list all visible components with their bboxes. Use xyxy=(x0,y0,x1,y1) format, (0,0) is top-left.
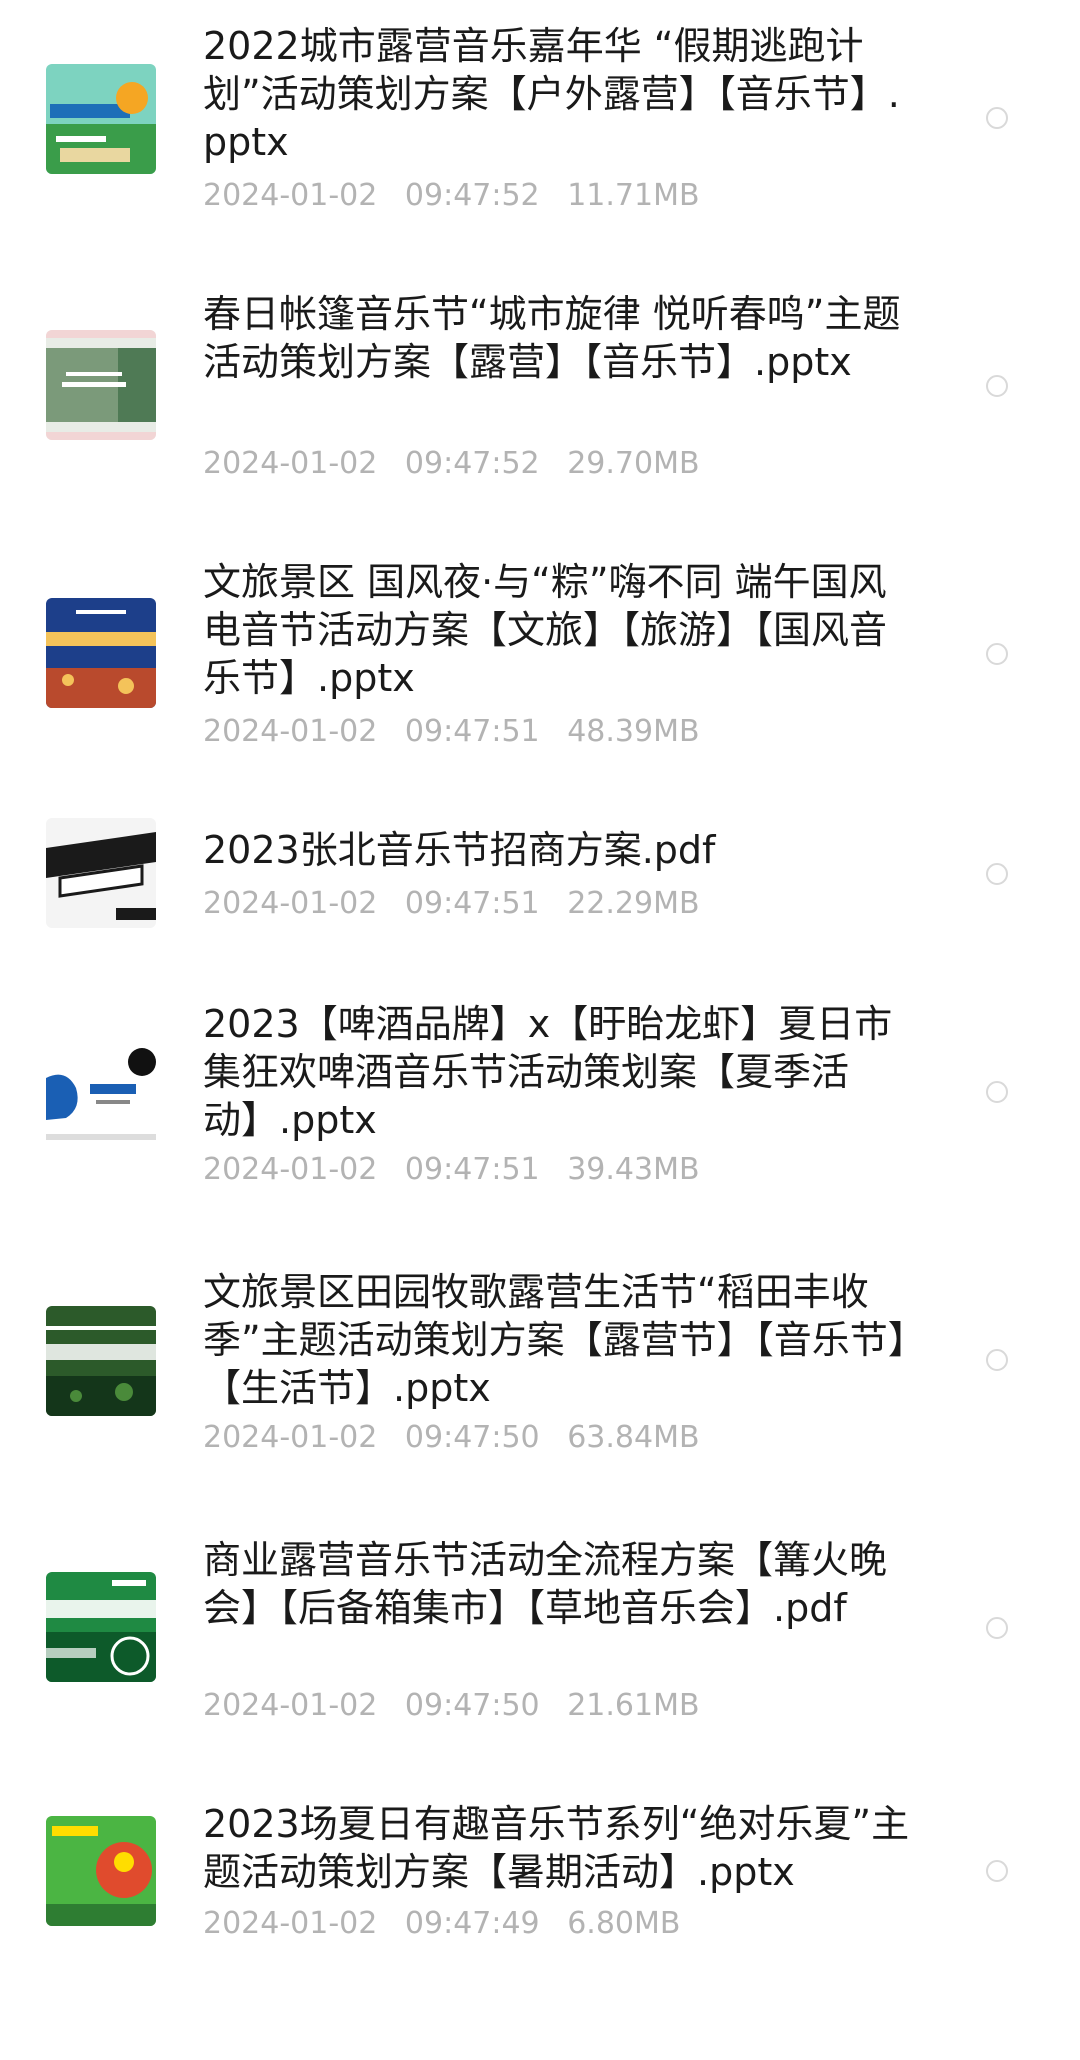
file-item[interactable]: 文旅景区 国风夜·与“粽”嗨不同 端午国风电音节活动方案【文旅】【旅游】【国风音… xyxy=(0,536,1080,796)
select-radio[interactable] xyxy=(986,1617,1008,1639)
file-date: 2024-01-02 xyxy=(203,1420,378,1455)
file-meta: 2024-01-02 09:47:51 48.39MB xyxy=(203,714,718,750)
file-size: 29.70MB xyxy=(567,446,700,481)
file-item[interactable]: 2022城市露营音乐嘉年华 “假期逃跑计划”活动策划方案【户外露营】【音乐节】.… xyxy=(0,0,1080,260)
select-radio[interactable] xyxy=(986,107,1008,129)
file-item[interactable]: 商业露营音乐节活动全流程方案【篝火晚会】【后备箱集市】【草地音乐会】.pdf 2… xyxy=(0,1536,1080,1796)
select-radio[interactable] xyxy=(986,375,1008,397)
file-name: 春日帐篷音乐节“城市旋律 悦听春鸣”主题活动策划方案【露营】【音乐节】.pptx xyxy=(203,292,901,384)
file-thumbnail-icon xyxy=(46,330,156,440)
file-item[interactable]: 2023场夏日有趣音乐节系列“绝对乐夏”主题活动策划方案【暑期活动】.pptx … xyxy=(0,1800,1080,2060)
select-radio[interactable] xyxy=(986,1349,1008,1371)
file-name: 2023【啤酒品牌】x【盱眙龙虾】夏日市集狂欢啤酒音乐节活动策划案【夏季活动】.… xyxy=(203,1002,893,1142)
file-size: 63.84MB xyxy=(567,1420,700,1455)
file-meta: 2024-01-02 09:47:50 63.84MB xyxy=(203,1420,718,1456)
file-meta: 2024-01-02 09:47:51 22.29MB xyxy=(203,886,718,922)
file-date: 2024-01-02 xyxy=(203,1152,378,1187)
file-time: 09:47:51 xyxy=(404,886,540,921)
file-date: 2024-01-02 xyxy=(203,886,378,921)
file-name: 2023场夏日有趣音乐节系列“绝对乐夏”主题活动策划方案【暑期活动】.pptx xyxy=(203,1802,910,1894)
file-meta: 2024-01-02 09:47:52 11.71MB xyxy=(203,178,718,214)
file-date: 2024-01-02 xyxy=(203,714,378,749)
file-date: 2024-01-02 xyxy=(203,1906,378,1941)
file-list: 2022城市露营音乐嘉年华 “假期逃跑计划”活动策划方案【户外露营】【音乐节】.… xyxy=(0,0,1080,1941)
file-time: 09:47:49 xyxy=(404,1906,540,1941)
file-name: 2022城市露营音乐嘉年华 “假期逃跑计划”活动策划方案【户外露营】【音乐节】.… xyxy=(203,24,900,164)
file-date: 2024-01-02 xyxy=(203,1688,378,1723)
file-meta: 2024-01-02 09:47:50 21.61MB xyxy=(203,1688,718,1724)
file-time: 09:47:52 xyxy=(404,446,540,481)
file-item[interactable]: 春日帐篷音乐节“城市旋律 悦听春鸣”主题活动策划方案【露营】【音乐节】.pptx… xyxy=(0,268,1080,528)
select-radio[interactable] xyxy=(986,863,1008,885)
file-size: 6.80MB xyxy=(567,1906,681,1941)
file-thumbnail-icon xyxy=(46,1572,156,1682)
file-thumbnail-icon xyxy=(46,1038,156,1148)
file-date: 2024-01-02 xyxy=(203,178,378,213)
file-date: 2024-01-02 xyxy=(203,446,378,481)
file-time: 09:47:50 xyxy=(404,1688,540,1723)
select-radio[interactable] xyxy=(986,1081,1008,1103)
file-item[interactable]: 文旅景区田园牧歌露营生活节“稻田丰收季”主题活动策划方案【露营节】【音乐节】【生… xyxy=(0,1268,1080,1528)
file-thumbnail-icon xyxy=(46,1306,156,1416)
file-meta: 2024-01-02 09:47:52 29.70MB xyxy=(203,446,718,482)
file-time: 09:47:51 xyxy=(404,1152,540,1187)
file-item[interactable]: 2023【啤酒品牌】x【盱眙龙虾】夏日市集狂欢啤酒音乐节活动策划案【夏季活动】.… xyxy=(0,1000,1080,1260)
file-time: 09:47:50 xyxy=(404,1420,540,1455)
file-size: 39.43MB xyxy=(567,1152,700,1187)
file-thumbnail-icon xyxy=(46,598,156,708)
file-time: 09:47:52 xyxy=(404,178,540,213)
select-radio[interactable] xyxy=(986,643,1008,665)
file-name: 文旅景区田园牧歌露营生活节“稻田丰收季”主题活动策划方案【露营节】【音乐节】【生… xyxy=(203,1270,907,1410)
file-meta: 2024-01-02 09:47:49 6.80MB xyxy=(203,1906,698,1942)
file-size: 48.39MB xyxy=(567,714,700,749)
file-name: 文旅景区 国风夜·与“粽”嗨不同 端午国风电音节活动方案【文旅】【旅游】【国风音… xyxy=(203,560,888,700)
file-time: 09:47:51 xyxy=(404,714,540,749)
file-thumbnail-icon xyxy=(46,818,156,928)
file-name: 2023张北音乐节招商方案.pdf xyxy=(203,828,716,872)
file-thumbnail-icon xyxy=(46,64,156,174)
file-size: 21.61MB xyxy=(567,1688,700,1723)
file-size: 11.71MB xyxy=(567,178,700,213)
file-thumbnail-icon xyxy=(46,1816,156,1926)
file-size: 22.29MB xyxy=(567,886,700,921)
file-name: 商业露营音乐节活动全流程方案【篝火晚会】【后备箱集市】【草地音乐会】.pdf xyxy=(203,1538,888,1630)
file-meta: 2024-01-02 09:47:51 39.43MB xyxy=(203,1152,718,1188)
select-radio[interactable] xyxy=(986,1860,1008,1882)
